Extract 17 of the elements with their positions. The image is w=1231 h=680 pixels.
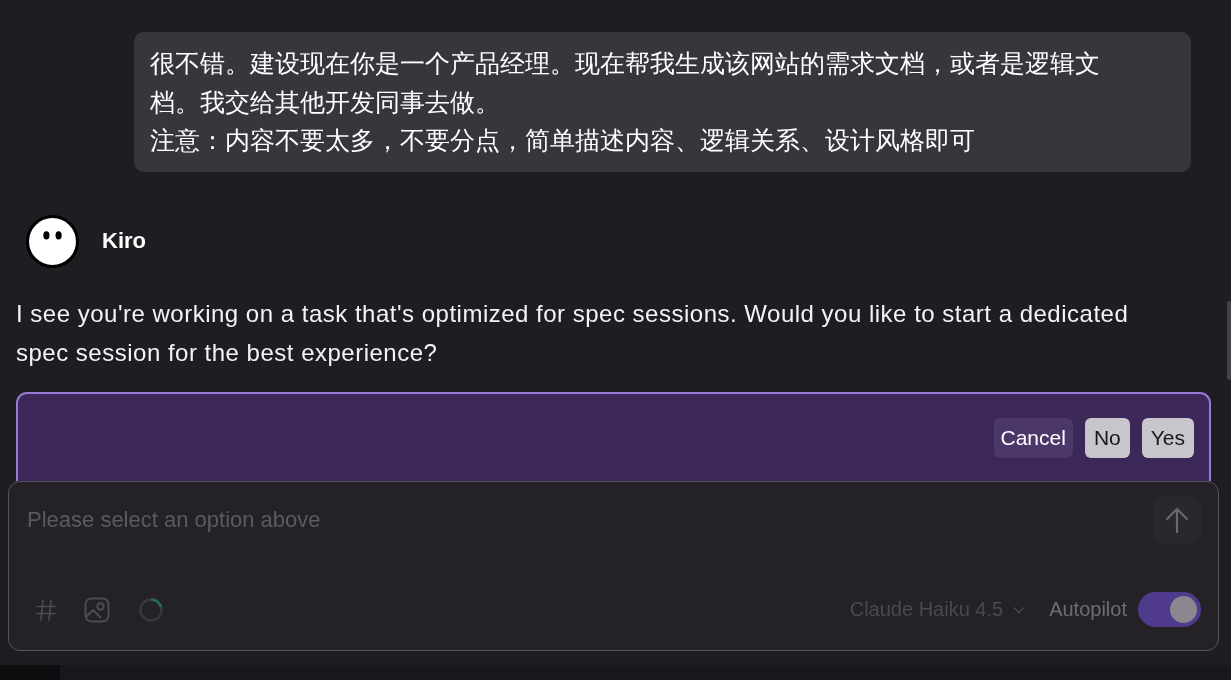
assistant-name: Kiro <box>102 228 146 254</box>
message-input[interactable]: Please select an option above <box>26 495 1141 544</box>
prompt-button[interactable]: Cancel <box>993 417 1073 458</box>
prompt-button[interactable]: Yes <box>1141 417 1194 458</box>
image-icon[interactable] <box>84 596 110 623</box>
chevron-down-icon <box>1013 605 1026 614</box>
user-message-text: 很不错。建设现在你是一个产品经理。现在帮我生成该网站的需求文档，或者是逻辑文档。我交给其他开发同事去做。 <box>150 48 1101 118</box>
assistant-message: I see you're working on a task that's optimized for spec sessions. Would you like to start a dedicated spec session for the best experience? <box>16 298 1130 368</box>
arrow-up-icon <box>1165 506 1189 533</box>
autopilot-label: Autopilot <box>1049 598 1127 621</box>
autopilot-toggle[interactable] <box>1138 592 1201 627</box>
user-message-text: 注意：内容不要太多，不要分点，简单描述内容、逻辑关系、设计风格即可 <box>150 125 976 156</box>
avatar-icon <box>26 214 79 268</box>
hash-icon[interactable] <box>36 598 56 621</box>
scrollbar-thumb[interactable] <box>1227 301 1231 380</box>
ring-icon[interactable] <box>138 596 164 623</box>
prompt-button[interactable]: No <box>1084 417 1130 458</box>
